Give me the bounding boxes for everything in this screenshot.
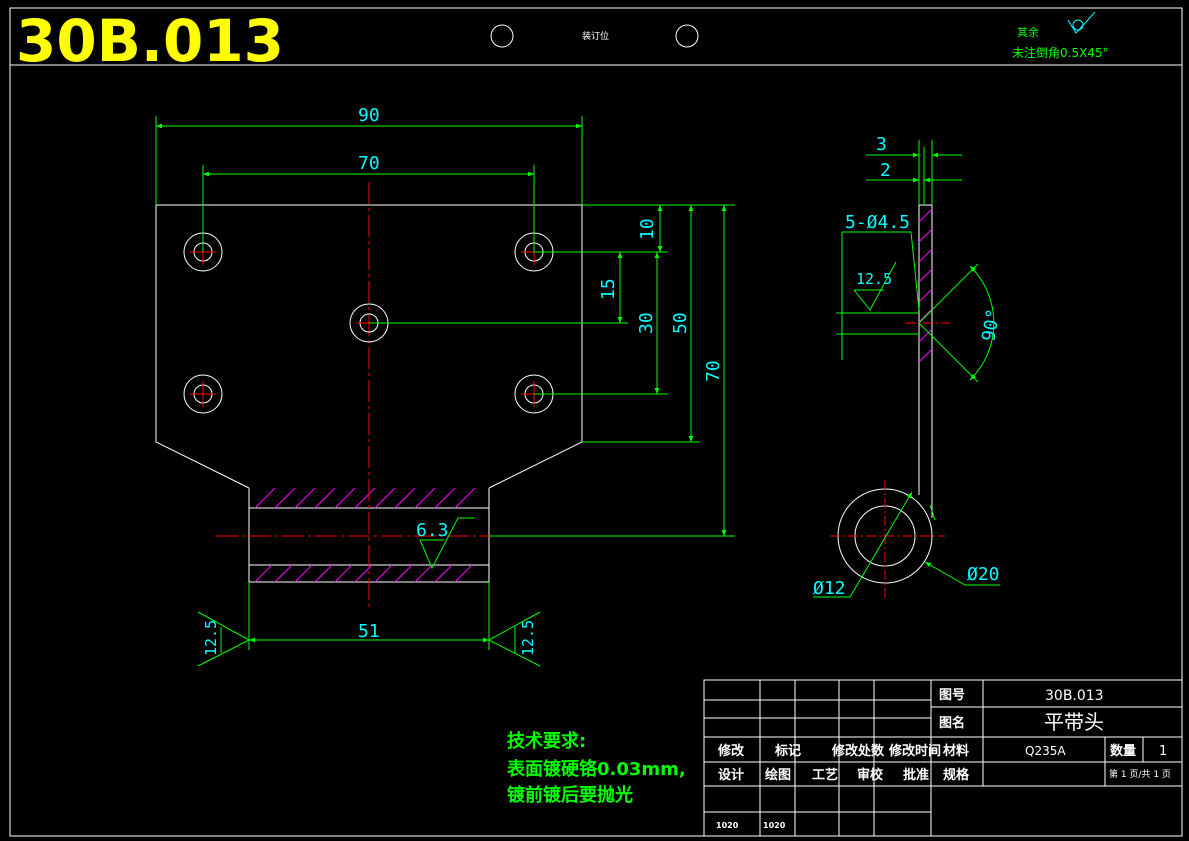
dim-90: 90 — [358, 105, 380, 126]
dim-15: 15 — [598, 278, 619, 300]
material-value: Q235A — [1025, 744, 1066, 758]
sign-col-2: 绘图 — [765, 767, 791, 783]
sign-col-4: 审校 — [857, 767, 884, 783]
tech-title: 技术要求: — [507, 730, 586, 752]
sign-col-1: 设计 — [718, 767, 744, 783]
rev-col-4: 修改时间 — [888, 743, 941, 759]
cad-drawing: 30B.013 装订位 其余 未注倒角0.5X45° 90 70 10 15 3… — [9, 7, 1183, 837]
drawing-code-title: 30B.013 — [16, 7, 284, 75]
rough-remaining-icon — [1067, 11, 1096, 34]
tech-line-2: 镀前镀后要抛光 — [507, 784, 633, 806]
hole-bottom-left — [183, 374, 223, 414]
name-label: 图名 — [939, 715, 965, 731]
tech-requirements: 技术要求: 表面镀硬铬0.03mm, 镀前镀后要抛光 — [507, 730, 686, 806]
binding-hole-left — [490, 24, 514, 48]
rough-right: 12.5 — [519, 620, 537, 656]
front-dimensions — [155, 116, 735, 667]
side-rough: 12.5 — [856, 270, 892, 288]
dia-20: Ø20 — [967, 564, 1000, 585]
dim-50: 50 — [670, 312, 691, 334]
binding-label: 装订位 — [582, 30, 609, 42]
dim-70-right: 70 — [703, 360, 724, 382]
dim-3: 3 — [876, 134, 887, 155]
spec-label: 规格 — [943, 767, 970, 783]
dia-12: Ø12 — [813, 578, 846, 599]
rev-col-1: 修改 — [717, 743, 745, 759]
dim-70-top: 70 — [358, 153, 380, 174]
dim-30: 30 — [636, 312, 657, 334]
qty-value: 1 — [1159, 744, 1167, 759]
sign-col-3: 工艺 — [812, 767, 838, 783]
rough-remaining-label: 其余 — [1017, 25, 1039, 39]
title-block-text: 图号 30B.013 图名 平带头 材料 Q235A 数量 1 规格 第 1 页… — [716, 688, 1171, 830]
code-value: 30B.013 — [1045, 688, 1104, 704]
binding-hole-right — [675, 24, 699, 48]
tech-line-1: 表面镀硬铬0.03mm, — [507, 758, 686, 780]
drawing-frame — [9, 7, 1183, 837]
qty-label: 数量 — [1110, 743, 1136, 759]
dim-2: 2 — [880, 160, 891, 181]
rough-6-3: 6.3 — [416, 520, 449, 541]
rev-col-2: 标记 — [774, 743, 801, 759]
date-1: 1020 — [716, 821, 739, 830]
dim-10: 10 — [637, 218, 658, 240]
name-value: 平带头 — [1044, 710, 1104, 734]
side-hatching — [918, 208, 933, 363]
sign-col-5: 批准 — [903, 767, 929, 783]
chamfer-note: 未注倒角0.5X45° — [1012, 45, 1109, 60]
side-dim-texts: 3 2 5-Ø4.5 12.5 90° Ø12 Ø20 — [813, 134, 1005, 599]
code-label: 图号 — [939, 688, 965, 703]
side-outline — [837, 204, 933, 584]
angle-90: 90° — [978, 307, 1004, 343]
front-center-lines — [216, 182, 520, 610]
dim-51: 51 — [358, 621, 380, 642]
sheet-info: 第 1 页/共 1 页 — [1109, 768, 1171, 780]
material-label: 材料 — [943, 743, 969, 759]
rev-col-3: 修改处数 — [831, 743, 885, 759]
side-dimensions — [813, 140, 1000, 598]
date-2: 1020 — [763, 821, 786, 830]
holes-callout: 5-Ø4.5 — [845, 212, 910, 233]
rough-left: 12.5 — [202, 620, 220, 656]
